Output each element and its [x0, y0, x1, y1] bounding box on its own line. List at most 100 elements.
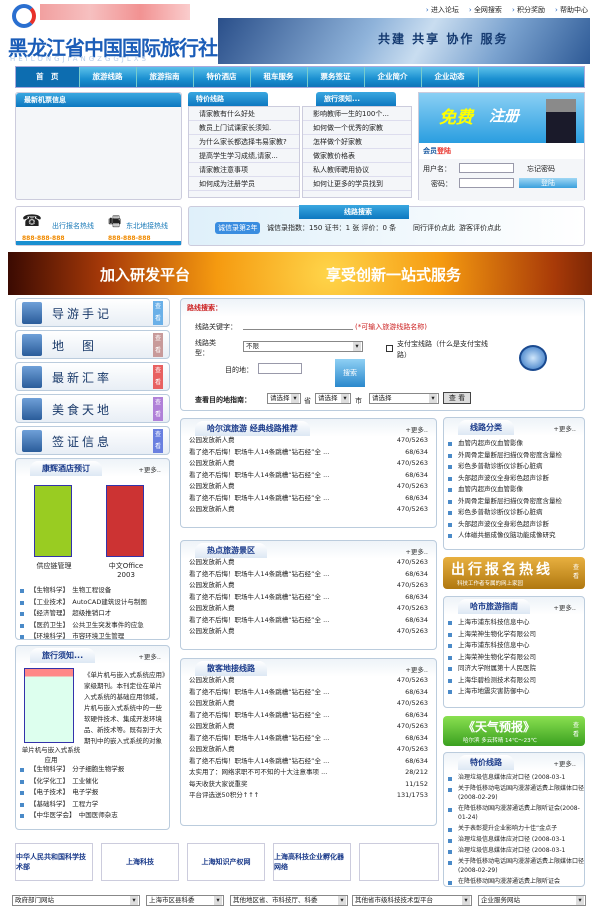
list-item[interactable]: 上海华碧检测技术有限公司	[444, 675, 584, 687]
table-row[interactable]: 公园发放新人费 470/5263	[181, 481, 436, 493]
login-button[interactable]: 登陆	[519, 178, 577, 188]
nav-item[interactable]: 企业动态	[422, 67, 479, 87]
table-row[interactable]: 太实用了：网络求职不可不知的十大注意事项 ... 28/212	[181, 767, 436, 779]
table-row[interactable]: 看了绝不后悔！职场牛人14条跳槽“钻石经”全 ... 68/634	[181, 569, 436, 581]
username-input[interactable]	[459, 163, 514, 173]
list-item[interactable]: 【环境科学】 市容环境卫生管理	[16, 631, 169, 643]
magazine-caption[interactable]: 单片机与嵌入式系统应用	[20, 744, 82, 764]
area-select[interactable]: 请选择	[369, 393, 439, 404]
weather-box[interactable]: 《天气预报》 哈尔滨 多云转晴 14℃～23℃ 查看	[443, 716, 585, 746]
link-select[interactable]: 其他地区省、市科技厅、科委	[230, 895, 348, 906]
list-item[interactable]: 彩色多普勒诊断仪诊断心脏病	[444, 461, 584, 473]
table-row[interactable]: 看了绝不后悔！职场牛人14条跳槽“钻石经”全 ... 68/634	[181, 447, 436, 459]
table-row[interactable]: 公园发放新人费 470/5263	[181, 458, 436, 470]
list-item[interactable]: 请家教有什么好处	[189, 107, 299, 121]
menu-item[interactable]: 最新汇率 查看	[15, 362, 170, 391]
keyword-input[interactable]	[243, 329, 353, 330]
list-item[interactable]: 【生物科学】 生物工程设备	[16, 585, 169, 597]
list-item[interactable]: 血管内超声仪血管影像	[444, 438, 584, 450]
list-item[interactable]: 治理垃圾信息媒体应对口径 (2008-03-1	[444, 773, 584, 782]
table-row[interactable]: 看了绝不后悔！职场牛人14条跳槽“钻石经”全 ... 68/634	[181, 592, 436, 604]
table-row[interactable]: 公园发放新人费 470/5263	[181, 721, 436, 733]
list-item[interactable]: 请家教注意事项	[189, 163, 299, 177]
link-select[interactable]: 政府部门网站	[12, 895, 140, 906]
table-row[interactable]: 平台评选送50积分↑↑↑ 131/1753	[181, 790, 436, 802]
list-item[interactable]: 在降低移动国内漫游通话费上限听证会(2008-01-24)	[444, 804, 584, 822]
table-row[interactable]: 每天收获大家说重奖 11/152	[181, 779, 436, 791]
magazine-cover-image[interactable]	[24, 668, 74, 743]
view-tag[interactable]: 查看	[153, 365, 163, 389]
nav-item[interactable]: 票务签证	[308, 67, 365, 87]
list-item[interactable]: 【中华医学会】 中国医师杂志	[16, 810, 169, 822]
list-item[interactable]: 提高学生学习成绩,请家...	[189, 149, 299, 163]
list-item[interactable]: 教员上门试课家长须知.	[189, 121, 299, 135]
peer-review-link[interactable]: 同行评价点此	[413, 223, 455, 233]
view-tag[interactable]: 查看	[153, 397, 163, 421]
table-row[interactable]: 公园发放新人费 470/5263	[181, 626, 436, 638]
points-link[interactable]: 积分奖励	[512, 5, 545, 15]
link-select[interactable]: 企业服务网站	[478, 895, 586, 906]
list-item[interactable]: 上海市浦东科技信息中心	[444, 640, 584, 652]
view-tag[interactable]: 查看	[153, 333, 163, 357]
weather-view[interactable]: 查看	[573, 720, 581, 738]
hotline-box[interactable]: 出行报名热线 科技工作者专属的网上家园 查看	[443, 557, 585, 589]
nav-item[interactable]: 旅游线路	[80, 67, 137, 87]
partner-logo[interactable]: 中华人民共和国科学技术部	[15, 843, 93, 881]
list-item[interactable]: 【医药卫生】 公共卫生突发事件的应急	[16, 620, 169, 632]
table-row[interactable]: 看了绝不后悔！职场牛人14条跳槽“钻石经”全 ... 68/634	[181, 493, 436, 505]
nav-item[interactable]: 特价酒店	[194, 67, 251, 87]
book-title[interactable]: 中文Office 2003	[100, 561, 152, 579]
table-row[interactable]: 公园发放新人费 470/5263	[181, 603, 436, 615]
view-tag[interactable]: 查看	[153, 301, 163, 325]
list-item[interactable]: 【基础科学】 工程力学	[16, 799, 169, 811]
menu-item[interactable]: 地 图 查看	[15, 330, 170, 359]
link-select[interactable]: 上海市区县科委	[146, 895, 224, 906]
alipay-label[interactable]: 支付宝线路（什么是支付宝线路）	[397, 339, 497, 361]
forgot-password-link[interactable]: 忘记密码	[527, 164, 555, 174]
table-row[interactable]: 公园发放新人费 470/5263	[181, 435, 436, 447]
more-link[interactable]: +更多..	[553, 602, 576, 612]
list-item[interactable]: 做家教价格表	[303, 149, 411, 163]
menu-item[interactable]: 美食天地 查看	[15, 394, 170, 423]
list-item[interactable]: 彩色多普勒诊断仪诊断心脏病	[444, 507, 584, 519]
link-select[interactable]: 其他省市级科技技术型平台	[352, 895, 472, 906]
table-row[interactable]: 看了绝不后悔！职场牛人14条跳槽“钻石经”全 ... 68/634	[181, 615, 436, 627]
list-item[interactable]: 血管内超声仪血管影像	[444, 484, 584, 496]
list-item[interactable]: 外周骨定量断层扫描仪骨密度含量检	[444, 450, 584, 462]
list-item[interactable]: 【经济管理】 超级推销口才	[16, 608, 169, 620]
list-item[interactable]: 人体磁共振成像仪脑功能成像研究	[444, 530, 584, 542]
list-item[interactable]: 关于降低移动电话国内漫游通话费上限媒体口径 (2008-02-29)	[444, 857, 584, 875]
list-item[interactable]: 怎样做个好家教	[303, 135, 411, 149]
alipay-checkbox[interactable]	[386, 345, 393, 352]
destination-input[interactable]	[258, 363, 302, 374]
book-cover-image[interactable]	[34, 485, 72, 557]
search-link[interactable]: 全网搜索	[469, 5, 502, 15]
city-select[interactable]: 请选择	[315, 393, 351, 404]
partner-logo[interactable]: 上海高科技企业孵化器网络	[273, 843, 351, 881]
list-item[interactable]: 头部超声波仪全身彩色超声诊断	[444, 519, 584, 531]
view-button[interactable]: 查 看	[443, 392, 471, 404]
table-row[interactable]: 看了绝不后悔！职场牛人14条跳槽“钻石经”全 ... 68/634	[181, 470, 436, 482]
nav-item[interactable]: 企业简介	[365, 67, 422, 87]
table-row[interactable]: 公园发放新人费 470/5263	[181, 744, 436, 756]
more-link[interactable]: +更多..	[405, 424, 428, 434]
partner-logo-partial[interactable]	[359, 843, 439, 881]
table-row[interactable]: 看了绝不后悔！职场牛人14条跳槽“钻石经”全 ... 68/634	[181, 733, 436, 745]
list-item[interactable]: 治理垃圾信息媒体应对口径 (2008-03-1	[444, 835, 584, 844]
table-row[interactable]: 看了绝不后悔！职场牛人14条跳槽“钻石经”全 ... 68/634	[181, 756, 436, 768]
list-item[interactable]: 在降低移动国内漫游通话费上限听证会	[444, 877, 584, 886]
list-item[interactable]: 头部超声波仪全身彩色超声诊断	[444, 473, 584, 485]
list-item[interactable]: 治理垃圾信息媒体应对口径 (2008-03-1	[444, 846, 584, 855]
list-item[interactable]: 【工业技术】 AutoCAD建筑设计与制图	[16, 597, 169, 609]
more-link[interactable]: +更多..	[138, 651, 161, 661]
list-item[interactable]: 私人教师聘用协议	[303, 163, 411, 177]
nav-item[interactable]: 旅游指南	[137, 67, 194, 87]
partner-logo[interactable]: 上海科技	[101, 843, 179, 881]
list-item[interactable]: 同济大学附属第十人民医院	[444, 663, 584, 675]
more-link[interactable]: +更多..	[405, 664, 428, 674]
list-item[interactable]: 如何成为注册学员	[189, 177, 299, 191]
search-button[interactable]: 搜索	[335, 359, 365, 387]
more-link[interactable]: +更多..	[553, 758, 576, 768]
list-item[interactable]: 如何做一个优秀的家教	[303, 121, 411, 135]
table-row[interactable]: 公园发放新人费 470/5263	[181, 557, 436, 569]
